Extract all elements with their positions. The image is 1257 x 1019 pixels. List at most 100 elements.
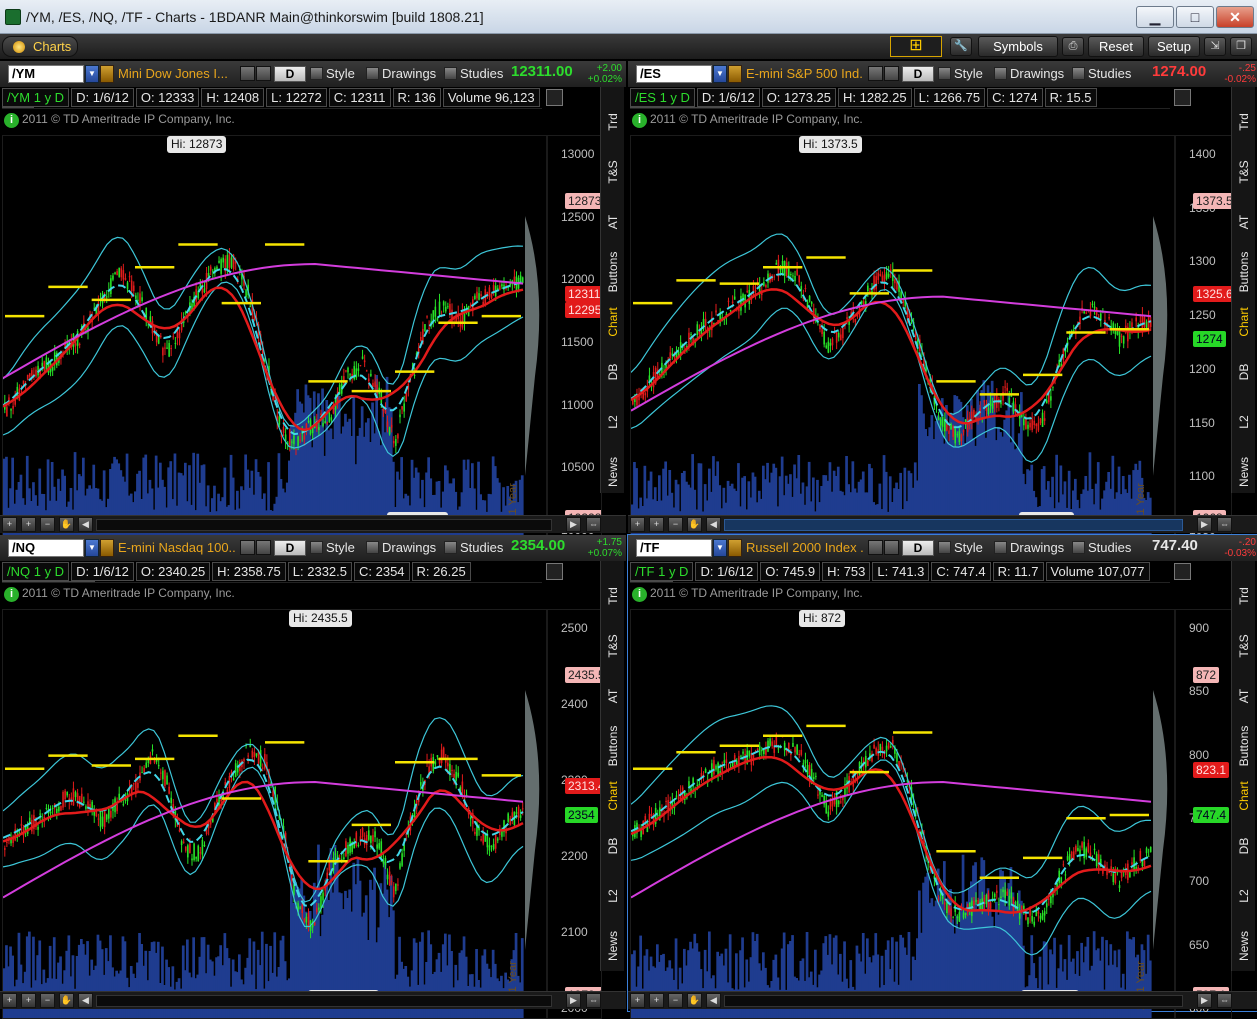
pan-icon[interactable]: ✋ — [59, 993, 74, 1008]
detach-icon[interactable]: ❐ — [1230, 37, 1252, 56]
crosshair-icon[interactable] — [240, 540, 255, 555]
chart-panel-es[interactable]: /ES ▼ E-mini S&P 500 Ind... D Style Draw… — [628, 61, 1257, 535]
zoom-out-icon[interactable]: − — [40, 993, 55, 1008]
side-tab-l2[interactable]: L2 — [1234, 871, 1254, 919]
aggregation-period-button[interactable]: D — [274, 540, 306, 556]
scroll-left-icon[interactable]: ◀ — [78, 993, 93, 1008]
side-tab-l2[interactable]: L2 — [603, 397, 623, 445]
scroll-right-icon[interactable]: ▶ — [566, 993, 581, 1008]
symbol-link-icon[interactable] — [100, 539, 114, 557]
side-tab-trd[interactable]: Trd — [1234, 97, 1254, 145]
fit-width-icon[interactable]: ⇔ — [586, 517, 601, 532]
zoom-in-icon[interactable]: + — [21, 993, 36, 1008]
maximize-button[interactable]: □ — [1176, 6, 1214, 28]
side-tab-chart[interactable]: Chart — [603, 297, 623, 345]
symbol-dropdown-icon[interactable]: ▼ — [713, 539, 727, 557]
pan-icon[interactable]: ✋ — [687, 517, 702, 532]
symbol-input[interactable]: /TF — [636, 539, 712, 557]
side-tab-at[interactable]: AT — [1234, 671, 1254, 719]
info-icon[interactable]: i — [4, 587, 19, 602]
time-scrollbar[interactable] — [96, 519, 552, 531]
side-tab-tands[interactable]: T&S — [603, 147, 623, 195]
price-plot[interactable]: 250024002300220021002000FebAprJunAugOctD… — [2, 609, 602, 1019]
aggregation-period-button[interactable]: D — [902, 66, 934, 82]
print-icon[interactable]: ⎙ — [1062, 37, 1084, 56]
side-tab-db[interactable]: DB — [1234, 347, 1254, 395]
expand-icon[interactable]: + — [630, 517, 645, 532]
side-tab-news[interactable]: News — [1234, 447, 1254, 495]
close-window-button[interactable]: ✕ — [1216, 6, 1254, 28]
drawings-menu[interactable]: Drawings — [366, 66, 436, 81]
side-tab-tands[interactable]: T&S — [603, 621, 623, 669]
studies-menu[interactable]: Studies — [444, 66, 503, 81]
side-tab-trd[interactable]: Trd — [603, 97, 623, 145]
drawings-menu[interactable]: Drawings — [366, 540, 436, 555]
aggregation-period-button[interactable]: D — [274, 66, 306, 82]
scroll-right-icon[interactable]: ▶ — [566, 517, 581, 532]
fit-width-icon[interactable]: ⇔ — [1217, 517, 1232, 532]
crosshair-icon[interactable] — [240, 66, 255, 81]
symbol-link-icon[interactable] — [100, 65, 114, 83]
side-tab-l2[interactable]: L2 — [1234, 397, 1254, 445]
side-tab-news[interactable]: News — [603, 921, 623, 969]
scroll-left-icon[interactable]: ◀ — [78, 517, 93, 532]
symbol-dropdown-icon[interactable]: ▼ — [85, 539, 99, 557]
side-tab-news[interactable]: News — [1234, 921, 1254, 969]
time-scrollbar[interactable] — [724, 995, 1183, 1007]
minimize-button[interactable]: ▁ — [1136, 6, 1174, 28]
side-tab-l2[interactable]: L2 — [603, 871, 623, 919]
side-tab-db[interactable]: DB — [1234, 821, 1254, 869]
side-tab-buttons[interactable]: Buttons — [603, 721, 623, 769]
zoom-icon[interactable] — [884, 540, 899, 555]
zoom-out-icon[interactable]: − — [668, 993, 683, 1008]
price-plot[interactable]: 14001350130012501200115011001050FebAprJu… — [630, 135, 1232, 541]
studies-menu[interactable]: Studies — [444, 540, 503, 555]
side-tab-buttons[interactable]: Buttons — [1234, 247, 1254, 295]
price-plot[interactable]: 900850800750700650600FebAprJunAugOctDec8… — [630, 609, 1232, 1019]
scroll-right-icon[interactable]: ▶ — [1197, 517, 1212, 532]
aggregation-period-button[interactable]: D — [902, 540, 934, 556]
symbols-button[interactable]: Symbols — [978, 36, 1058, 57]
style-menu[interactable]: Style — [938, 540, 983, 555]
zoom-in-icon[interactable]: + — [649, 517, 664, 532]
expand-icon[interactable]: + — [630, 993, 645, 1008]
reset-button[interactable]: Reset — [1088, 36, 1144, 57]
time-scrollbar[interactable] — [724, 519, 1183, 531]
drawings-menu[interactable]: Drawings — [994, 540, 1064, 555]
pin-icon[interactable]: ⇲ — [1204, 37, 1226, 56]
zoom-out-icon[interactable]: − — [668, 517, 683, 532]
info-icon[interactable]: i — [632, 113, 647, 128]
style-menu[interactable]: Style — [938, 66, 983, 81]
crosshair-icon[interactable] — [868, 540, 883, 555]
side-tab-buttons[interactable]: Buttons — [603, 247, 623, 295]
chart-panel-tf[interactable]: /TF ▼ Russell 2000 Index ... D Style Dra… — [628, 535, 1257, 1011]
expand-icon[interactable]: + — [2, 993, 17, 1008]
price-plot[interactable]: 13000125001200011500110001050010000FebAp… — [2, 135, 602, 541]
symbol-link-icon[interactable] — [728, 539, 742, 557]
symbol-input[interactable]: /NQ — [8, 539, 84, 557]
chart-panel-ym[interactable]: /YM ▼ Mini Dow Jones I... D Style Drawin… — [0, 61, 626, 535]
tab-charts[interactable]: Charts — [2, 36, 78, 57]
pan-icon[interactable]: ✋ — [59, 517, 74, 532]
studies-menu[interactable]: Studies — [1072, 540, 1131, 555]
fit-width-icon[interactable]: ⇔ — [1217, 993, 1232, 1008]
fit-width-icon[interactable]: ⇔ — [586, 993, 601, 1008]
chart-settings-icon[interactable] — [1174, 89, 1191, 106]
info-icon[interactable]: i — [4, 113, 19, 128]
side-tab-at[interactable]: AT — [1234, 197, 1254, 245]
side-tab-news[interactable]: News — [603, 447, 623, 495]
side-tab-tands[interactable]: T&S — [1234, 621, 1254, 669]
symbol-input[interactable]: /YM — [8, 65, 84, 83]
side-tab-at[interactable]: AT — [603, 197, 623, 245]
side-tab-db[interactable]: DB — [603, 821, 623, 869]
info-icon[interactable]: i — [632, 587, 647, 602]
zoom-in-icon[interactable]: + — [21, 517, 36, 532]
side-tab-tands[interactable]: T&S — [1234, 147, 1254, 195]
grid-layout-button[interactable]: ⊞ — [890, 36, 942, 57]
zoom-icon[interactable] — [884, 66, 899, 81]
pan-icon[interactable]: ✋ — [687, 993, 702, 1008]
crosshair-icon[interactable] — [868, 66, 883, 81]
style-menu[interactable]: Style — [310, 66, 355, 81]
drawings-menu[interactable]: Drawings — [994, 66, 1064, 81]
symbol-dropdown-icon[interactable]: ▼ — [713, 65, 727, 83]
